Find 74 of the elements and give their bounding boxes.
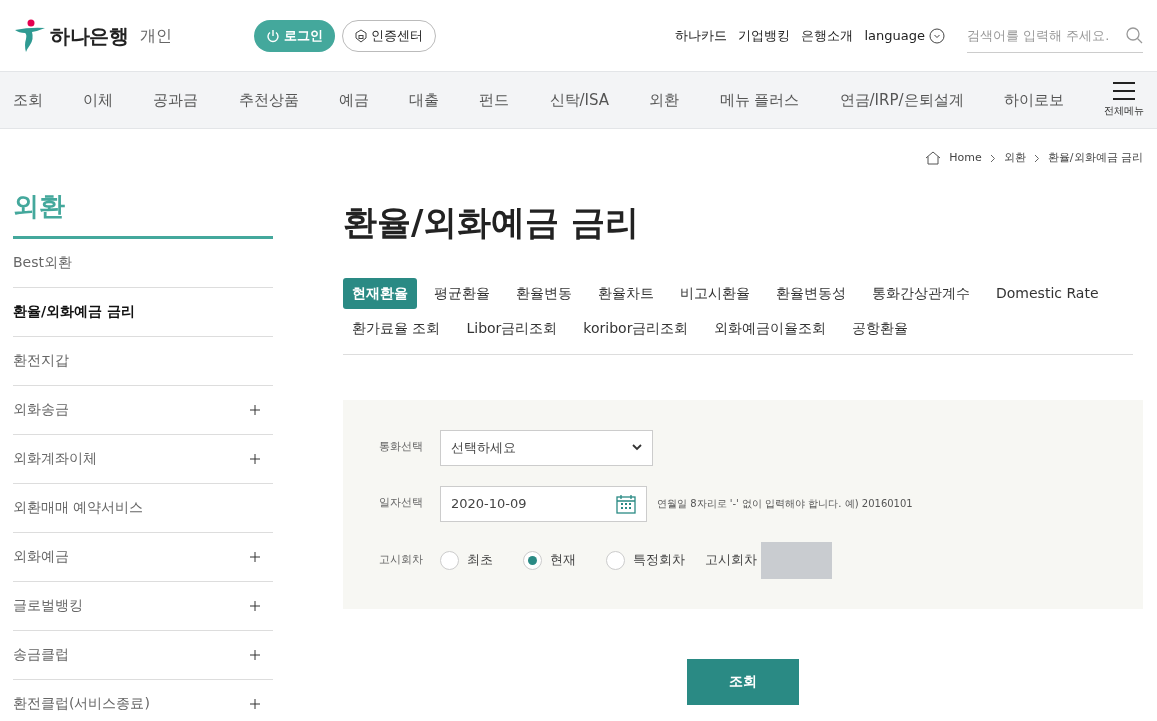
tab[interactable]: koribor금리조회 — [574, 312, 698, 344]
submit-button[interactable]: 조회 — [687, 658, 799, 705]
nav-menu-item[interactable]: 연금/IRP/은퇴설계 — [839, 88, 964, 112]
field-label: 일자선택 — [379, 495, 424, 512]
breadcrumb-link[interactable]: 외환 — [1003, 150, 1026, 167]
nav-menu-item[interactable]: 이체 — [83, 88, 114, 112]
nav-menu-item[interactable]: 공과금 — [153, 88, 199, 112]
nav-menu-item[interactable]: 예금 — [338, 88, 369, 112]
shield-lock-icon — [355, 28, 367, 43]
radio-button[interactable] — [440, 550, 459, 570]
calendar-icon[interactable] — [616, 493, 636, 514]
tab[interactable]: 환율변동 — [507, 277, 581, 309]
round-input-field[interactable] — [761, 541, 832, 579]
sidebar-item[interactable]: 환전클럽(서비스종료) — [13, 679, 273, 721]
tab[interactable]: 외화예금이율조회 — [705, 312, 836, 344]
date-hint: 연월일 8자리로 '-' 없이 입력해야 합니다. 예) 20160101 — [657, 497, 913, 511]
sidebar-item[interactable]: 환전지갑 — [13, 336, 273, 386]
sidebar-item[interactable]: 환율/외화예금 금리 — [13, 287, 273, 337]
tab[interactable]: 통화간상관계수 — [863, 277, 979, 309]
sidebar-item[interactable]: 외화계좌이체 — [13, 434, 273, 484]
nav-menu-item[interactable]: 하이로보 — [1003, 88, 1064, 112]
nav-menu-item[interactable]: 대출 — [409, 88, 440, 112]
sidebar-item[interactable]: 글로벌뱅킹 — [13, 581, 273, 631]
nav-menu-item[interactable]: 추천상품 — [238, 88, 299, 112]
radio-button[interactable] — [606, 550, 625, 570]
currency-select[interactable]: 선택하세요 — [440, 429, 653, 466]
breadcrumb-link[interactable]: 환율/외화예금 금리 — [1047, 150, 1143, 167]
tab[interactable]: 비고시환율 — [671, 277, 759, 309]
radio-option[interactable]: 최초 — [440, 550, 493, 570]
breadcrumb-link[interactable]: Home — [949, 150, 982, 167]
language-button[interactable]: language — [864, 25, 945, 46]
radio-option[interactable]: 현재 — [523, 550, 576, 570]
tab[interactable]: 평균환율 — [425, 277, 499, 309]
nav-menu-item[interactable]: 조회 — [13, 88, 43, 112]
tab[interactable]: Libor금리조회 — [457, 312, 567, 344]
date-field[interactable]: 2020-10-09 — [440, 485, 647, 522]
chevron-right-icon — [989, 153, 996, 163]
nav-menu-item[interactable]: 외환 — [649, 88, 680, 112]
logo-icon — [14, 18, 46, 53]
home-icon — [925, 151, 942, 166]
sidebar-item[interactable]: 외환매매 예약서비스 — [13, 483, 273, 533]
chevron-down-icon — [632, 444, 642, 451]
nav-menu-item[interactable]: 메뉴 플러스 — [719, 88, 800, 112]
nav-menu-item[interactable]: 신탁/ISA — [549, 88, 610, 112]
radio-option[interactable]: 특정회차 — [606, 550, 685, 570]
tab[interactable]: 환율차트 — [589, 277, 663, 309]
tab[interactable]: 환율변동성 — [767, 277, 855, 309]
sidebar-item[interactable]: 외화예금 — [13, 532, 273, 582]
top-link[interactable]: 하나카드 — [675, 25, 728, 46]
menu-icon — [1111, 82, 1136, 100]
tab[interactable]: 현재환율 — [343, 277, 417, 309]
chevron-right-icon — [1033, 153, 1040, 163]
top-link[interactable]: 기업뱅킹 — [738, 25, 791, 46]
field-label: 고시회차 — [379, 551, 424, 568]
top-link[interactable]: 은행소개 — [801, 25, 854, 46]
sidebar-item[interactable]: Best외환 — [13, 238, 273, 288]
field-label: 고시회차 — [705, 551, 757, 570]
sidebar-title: 외환 — [13, 186, 273, 239]
page-title: 환율/외화예금 금리 — [343, 200, 641, 244]
field-label: 통화선택 — [379, 439, 424, 456]
all-menu-button[interactable]: 전체메뉴 — [1103, 82, 1144, 118]
tab[interactable]: Domestic Rate — [987, 277, 1108, 309]
radio-button[interactable] — [523, 550, 542, 570]
nav-menu-item[interactable]: 펀드 — [479, 88, 510, 112]
search-icon — [1125, 26, 1143, 44]
sidebar-item[interactable]: 송금클럽 — [13, 630, 273, 680]
tab[interactable]: 공항환율 — [843, 312, 918, 344]
tab[interactable]: 환가료율 조회 — [343, 312, 450, 344]
search-field[interactable]: 검색어를 입력해 주세요. — [967, 18, 1125, 52]
sidebar-item[interactable]: 외화송금 — [13, 385, 273, 435]
bank-logo-text[interactable]: 하나은행 — [50, 20, 128, 51]
section-label: 개인 — [140, 24, 172, 47]
power-icon — [266, 28, 280, 43]
chevron-down-icon — [929, 27, 945, 44]
